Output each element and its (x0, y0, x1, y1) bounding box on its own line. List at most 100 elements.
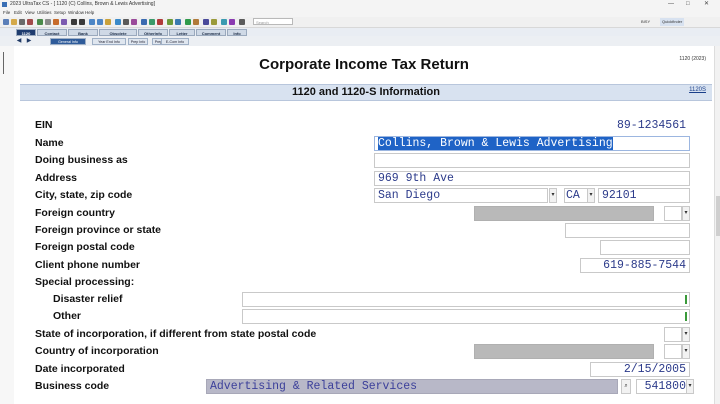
tab-info[interactable]: Info (227, 29, 247, 36)
maximize-button[interactable]: □ (686, 0, 690, 9)
business-code-search-icon[interactable]: ⌕ (621, 379, 631, 394)
quickfinder-button[interactable]: Quickfinder (660, 18, 685, 26)
disaster-relief-label: Disaster relief (53, 293, 123, 305)
bisy-button[interactable]: BISY (641, 18, 650, 26)
forward-arrow-icon[interactable]: ▶ (25, 38, 33, 45)
menu-window[interactable]: Window (68, 9, 84, 17)
state-dropdown-icon[interactable]: ▾ (587, 188, 595, 203)
foreign-country-dropdown-icon[interactable]: ▾ (682, 206, 690, 221)
section-header: 1120 and 1120-S Information 1120S (20, 84, 712, 101)
tab-comment[interactable]: Comment (196, 29, 226, 36)
tick-icon[interactable] (185, 19, 191, 25)
other-indicator (685, 312, 687, 321)
web-icon[interactable] (229, 19, 235, 25)
efile-icon[interactable] (53, 19, 59, 25)
zip-field[interactable]: 92101 (598, 188, 690, 203)
business-code-field[interactable]: 541800 (636, 379, 688, 394)
redo-icon[interactable] (79, 19, 85, 25)
country-incorporation-field[interactable] (474, 344, 654, 359)
check-icon[interactable] (89, 19, 95, 25)
section-link[interactable]: 1120S (689, 87, 706, 93)
calc-icon[interactable] (37, 19, 43, 25)
menu-view[interactable]: View (25, 9, 35, 17)
tools-icon[interactable] (131, 19, 137, 25)
tab-obsolete[interactable]: Obsolete (99, 29, 137, 36)
country-incorporation-code[interactable] (664, 344, 682, 359)
tab-letter[interactable]: Letter (169, 29, 195, 36)
print-icon[interactable] (27, 19, 33, 25)
state-incorporation-field[interactable] (664, 327, 682, 342)
view-icon[interactable] (141, 19, 147, 25)
subtab-general-info[interactable]: General Info (50, 38, 86, 45)
folder-icon[interactable] (105, 19, 111, 25)
state-field[interactable]: CA (564, 188, 588, 203)
minimize-button[interactable]: — (668, 0, 674, 9)
tab-row: 1120 Contact Bank Obsolete OtherInfo Let… (0, 28, 720, 36)
undo-icon[interactable] (71, 19, 77, 25)
business-code-description[interactable]: Advertising & Related Services (206, 379, 618, 394)
vertical-scrollbar[interactable] (714, 46, 720, 404)
calendar-icon[interactable] (203, 19, 209, 25)
state-incorporation-label: State of incorporation, if different fro… (35, 328, 317, 340)
menu-utilities[interactable]: Utilities (37, 9, 52, 17)
info-icon[interactable] (115, 19, 121, 25)
foreign-postal-field[interactable] (600, 240, 690, 255)
other-field[interactable] (242, 309, 690, 324)
pdf-icon[interactable] (149, 19, 155, 25)
phone-field[interactable]: 619-885-7544 (580, 258, 690, 273)
address-field[interactable]: 969 9th Ave (374, 171, 690, 186)
star-icon[interactable] (211, 19, 217, 25)
city-dropdown-icon[interactable]: ▾ (549, 188, 557, 203)
scrollbar-thumb[interactable] (716, 196, 720, 236)
phone-label: Client phone number (35, 259, 140, 271)
close-button[interactable]: ✕ (704, 0, 709, 9)
date-incorporated-field[interactable]: 2/15/2005 (590, 362, 690, 377)
menu-file[interactable]: File (3, 9, 10, 17)
subtab-prep-info-1[interactable]: Prep Info (128, 38, 148, 45)
name-field[interactable]: Collins, Brown & Lewis Advertising (374, 136, 690, 151)
state-incorporation-dropdown-icon[interactable]: ▾ (682, 327, 690, 342)
country-incorporation-label: Country of incorporation (35, 345, 159, 357)
form-icon[interactable] (97, 19, 103, 25)
ein-field[interactable]: 89-1234561 (598, 118, 690, 133)
save-icon[interactable] (19, 19, 25, 25)
search-input[interactable]: Search (253, 18, 293, 25)
dba-label: Doing business as (35, 154, 128, 166)
menu-setup[interactable]: Setup (54, 9, 66, 17)
tab-otherinfo[interactable]: OtherInfo (138, 29, 168, 36)
title-bar: 2023 UltraTax CS - [ 1120 (C) Collins, B… (0, 0, 720, 9)
review-icon[interactable] (61, 19, 67, 25)
back-arrow-icon[interactable]: ◀ (15, 38, 23, 45)
note-icon[interactable] (193, 19, 199, 25)
disaster-relief-field[interactable] (242, 292, 690, 307)
toolbar: Search BISY Quickfinder (0, 17, 720, 28)
open-icon[interactable] (11, 19, 17, 25)
form-area: Corporate Income Tax Return 1120 (2023) … (14, 46, 714, 404)
green-icon[interactable] (167, 19, 173, 25)
city-field[interactable]: San Diego (374, 188, 548, 203)
foreign-country-field[interactable] (474, 206, 654, 221)
business-code-dropdown-icon[interactable]: ▾ (686, 379, 694, 394)
grid-icon[interactable] (123, 19, 129, 25)
link-icon[interactable] (175, 19, 181, 25)
subtab-ecom-info[interactable]: E-Com Info (161, 38, 189, 45)
copy-icon[interactable] (45, 19, 51, 25)
foreign-postal-label: Foreign postal code (35, 241, 135, 253)
menu-help[interactable]: Help (85, 9, 94, 17)
dba-field[interactable] (374, 153, 690, 168)
country-incorporation-dropdown-icon[interactable]: ▾ (682, 344, 690, 359)
page-title: Corporate Income Tax Return (259, 56, 469, 73)
new-icon[interactable] (3, 19, 9, 25)
tab-bank[interactable]: Bank (68, 29, 98, 36)
menu-edit[interactable]: Edit (14, 9, 22, 17)
section-title: 1120 and 1120-S Information (292, 86, 440, 98)
foreign-province-field[interactable] (565, 223, 690, 238)
tab-1120[interactable]: 1120 (16, 29, 36, 36)
subtab-year-end-info[interactable]: Year End Info (92, 38, 126, 45)
tab-contact[interactable]: Contact (37, 29, 67, 36)
help-icon[interactable] (239, 19, 245, 25)
mail-icon[interactable] (221, 19, 227, 25)
flag-icon[interactable] (157, 19, 163, 25)
foreign-country-code[interactable] (664, 206, 682, 221)
left-gutter (0, 46, 15, 404)
